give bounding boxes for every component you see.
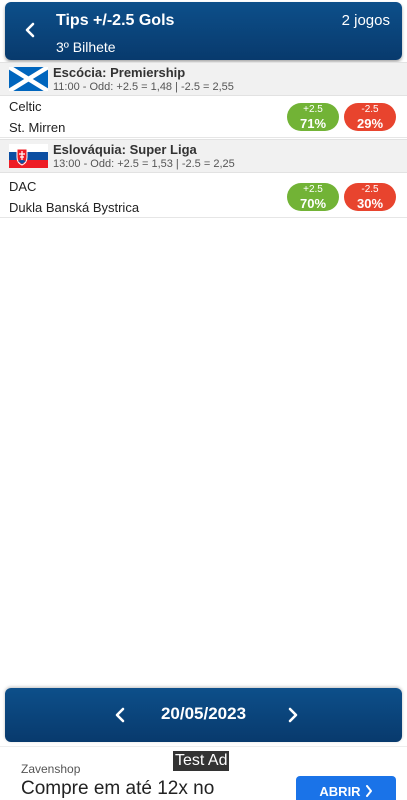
home-team: DAC: [9, 179, 37, 194]
match-row[interactable]: Celtic St. Mirren +2.5 71% -2.5 29%: [0, 96, 407, 138]
chevron-right-icon: [365, 785, 372, 797]
league-name: Escócia: Premiership: [53, 65, 186, 80]
under-badge: -2.5 29%: [344, 103, 396, 131]
under-percent: 29%: [356, 116, 384, 131]
league-header-slovakia: Eslováquia: Super Liga 13:00 - Odd: +2.5…: [0, 139, 407, 173]
away-team: St. Mirren: [9, 120, 66, 135]
ad-open-button[interactable]: ABRIR: [296, 776, 396, 800]
chevron-left-icon: [25, 22, 35, 38]
league-header-scotland: Escócia: Premiership 11:00 - Odd: +2.5 =…: [0, 62, 407, 96]
match-row[interactable]: DAC Dukla Banská Bystrica +2.5 70% -2.5 …: [0, 176, 407, 218]
slovakia-flag-icon: [9, 144, 48, 168]
over-badge: +2.5 70%: [287, 183, 339, 211]
games-count: 2 jogos: [341, 12, 390, 29]
current-date: 20/05/2023: [160, 704, 247, 723]
page-title: Tips +/-2.5 Gols: [56, 12, 175, 29]
over-label: +2.5: [303, 104, 323, 115]
ad-headline: Compre em até 12x no: [21, 778, 215, 799]
app-header: Tips +/-2.5 Gols 3º Bilhete 2 jogos: [5, 2, 402, 60]
under-badge: -2.5 30%: [344, 183, 396, 211]
ad-cta-label: ABRIR: [319, 783, 361, 799]
ad-banner[interactable]: Test Ad Zavenshop Compre em até 12x no A…: [0, 746, 407, 800]
home-team: Celtic: [9, 99, 42, 114]
under-label: -2.5: [361, 104, 379, 115]
league-name: Eslováquia: Super Liga: [53, 142, 197, 157]
over-percent: 70%: [299, 196, 327, 211]
scotland-flag-icon: [9, 67, 48, 91]
test-ad-badge: Test Ad: [172, 750, 231, 772]
ticket-subtitle: 3º Bilhete: [56, 39, 116, 55]
next-date-button[interactable]: [282, 704, 304, 726]
chevron-right-icon: [288, 707, 298, 723]
over-badge: +2.5 71%: [287, 103, 339, 131]
league-odds: 13:00 - Odd: +2.5 = 1,53 | -2.5 = 2,25: [53, 158, 235, 170]
over-label: +2.5: [303, 184, 323, 195]
under-percent: 30%: [356, 196, 384, 211]
date-navigation-bar: 20/05/2023: [5, 688, 402, 742]
ad-advertiser: Zavenshop: [21, 762, 81, 776]
league-odds: 11:00 - Odd: +2.5 = 1,48 | -2.5 = 2,55: [53, 81, 234, 93]
back-button[interactable]: [19, 19, 41, 41]
away-team: Dukla Banská Bystrica: [9, 200, 140, 215]
under-label: -2.5: [361, 184, 379, 195]
over-percent: 71%: [299, 116, 327, 131]
